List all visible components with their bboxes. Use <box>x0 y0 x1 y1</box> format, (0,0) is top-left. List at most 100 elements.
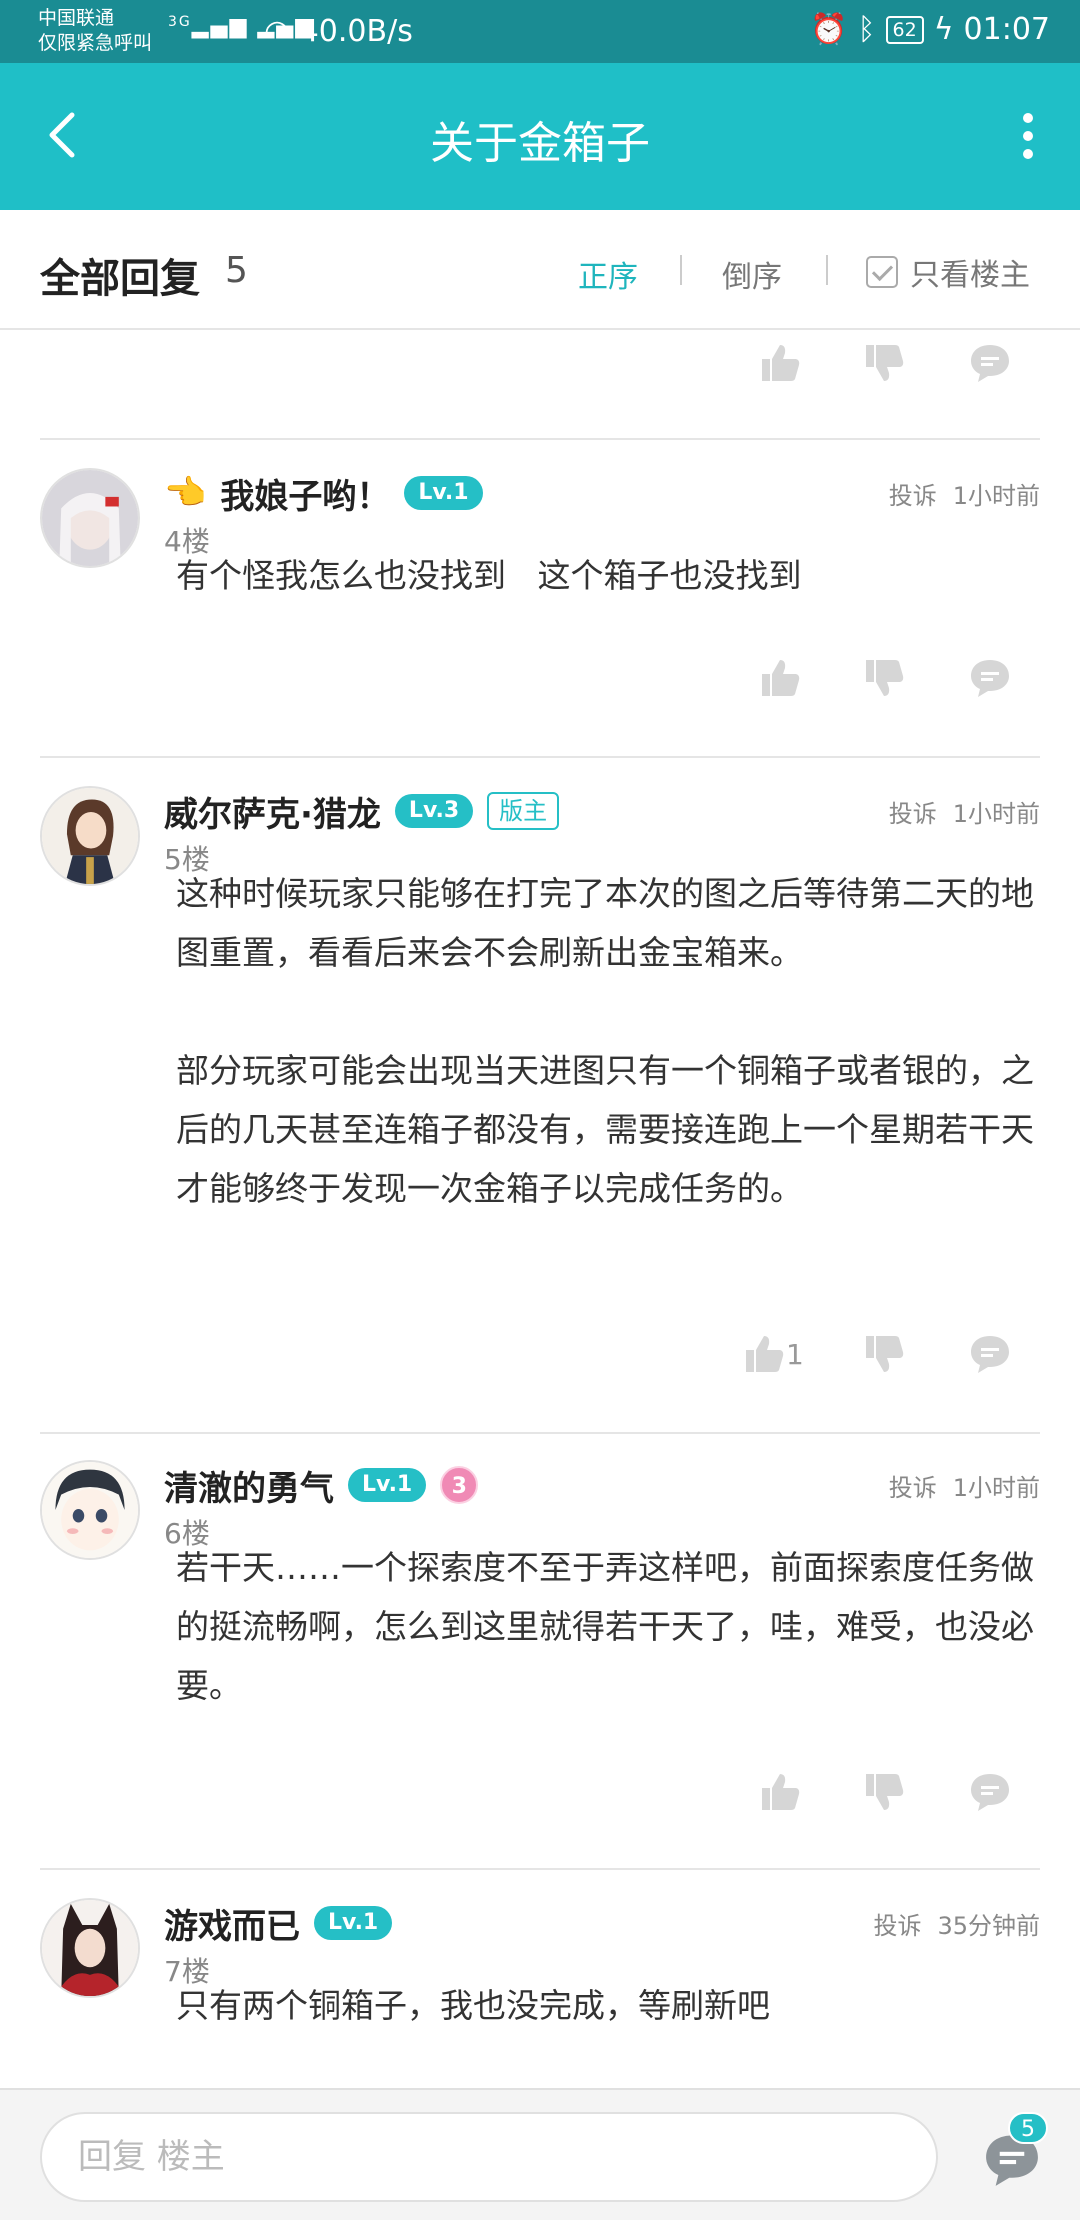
all-replies-label: 全部回复 <box>40 256 200 302</box>
reply-input[interactable]: 回复 楼主 <box>40 2112 938 2202</box>
like-count: 1 <box>786 1338 804 1371</box>
reply-content: 有个怪我怎么也没找到 这个箱子也没找到 <box>176 546 1036 605</box>
network-speed: ◠ 40.0B/s <box>264 14 413 49</box>
status-right: ⏰ ᛒ 62 ϟ 01:07 <box>810 12 1050 47</box>
level-badge: Lv.3 <box>394 794 474 828</box>
dislike-button[interactable] <box>854 1324 914 1384</box>
comment-icon <box>971 660 1009 697</box>
network-speed-value: 40.0B/s <box>299 14 413 49</box>
emergency-only-label: 仅限紧急呼叫 <box>38 32 153 54</box>
moderator-badge: 版主 <box>487 792 560 830</box>
user-info: 游戏而已 Lv.1 <box>164 1898 393 1948</box>
post-actions <box>0 333 1080 393</box>
user-avatar-image <box>42 1900 138 1996</box>
reply-paragraph: 部分玩家可能会出现当天进图只有一个铜箱子或者银的，之后的几天甚至连箱子都没有，需… <box>176 1051 1034 1208</box>
pointing-hand-icon: 👈 <box>164 473 207 513</box>
username[interactable]: 游戏而已 <box>164 1899 300 1948</box>
username[interactable]: 清澈的勇气 <box>164 1461 334 1510</box>
comment-icon <box>971 1336 1009 1373</box>
app-bar: 关于金箱子 <box>0 63 1080 210</box>
reply-count: 5 <box>225 250 248 291</box>
reply-content: 这种时候玩家只能够在打完了本次的图之后等待第二天的地图重置，看看后来会不会刷新出… <box>176 864 1036 1218</box>
report-button[interactable]: 投诉 <box>889 1468 937 1503</box>
wifi-icon: ◠ <box>264 14 300 49</box>
only-host-toggle[interactable]: 只看楼主 <box>866 250 1030 294</box>
reply-bar: 回复 楼主 5 <box>0 2088 1080 2220</box>
like-button[interactable] <box>750 648 810 708</box>
reply-content: 若干天……一个探索度不至于弄这样吧，前面探索度任务做的挺流畅啊，怎么到这里就得若… <box>176 1538 1036 1715</box>
thumbs-up-icon <box>762 1774 800 1810</box>
like-button[interactable] <box>734 1324 794 1384</box>
level-badge: Lv.1 <box>314 1906 393 1940</box>
user-avatar-image <box>42 788 138 884</box>
avatar[interactable] <box>40 1898 140 1998</box>
sort-ascending-tab[interactable]: 正序 <box>578 252 638 296</box>
like-button[interactable] <box>750 333 810 393</box>
thumbs-down-icon <box>866 1774 904 1810</box>
divider <box>680 255 682 285</box>
reply-paragraph: 这种时候玩家只能够在打完了本次的图之后等待第二天的地图重置，看看后来会不会刷新出… <box>176 874 1034 972</box>
page-title: 关于金箱子 <box>430 118 650 169</box>
status-bar: 中国联通 仅限紧急呼叫 3G▂▄▆ ▂▄▆ ◠ 40.0B/s ⏰ ᛒ 62 ϟ… <box>0 0 1080 63</box>
comment-button[interactable] <box>960 1762 1020 1822</box>
post-meta: 投诉 1小时前 <box>889 476 1040 511</box>
like-button[interactable] <box>750 1762 810 1822</box>
thumbs-up-icon <box>762 660 800 696</box>
avatar[interactable] <box>40 1460 140 1560</box>
more-vertical-icon <box>1023 113 1033 159</box>
comment-icon <box>971 1774 1009 1811</box>
username[interactable]: 我娘子哟！ <box>220 469 390 518</box>
report-button[interactable]: 投诉 <box>873 1906 921 1941</box>
comment-button[interactable] <box>960 1324 1020 1384</box>
network-type: 3G <box>168 14 192 30</box>
reply-paragraph: 若干天……一个探索度不至于弄这样吧，前面探索度任务做的挺流畅啊，怎么到这里就得若… <box>176 1548 1034 1705</box>
divider <box>826 255 828 285</box>
dislike-button[interactable] <box>854 333 914 393</box>
checkbox-icon[interactable] <box>866 256 898 288</box>
post-divider <box>40 756 1040 758</box>
avatar[interactable] <box>40 786 140 886</box>
avatar[interactable] <box>40 468 140 568</box>
thumbs-up-icon <box>746 1336 784 1372</box>
only-host-label: 只看楼主 <box>910 258 1030 293</box>
carrier-name: 中国联通 <box>38 7 115 29</box>
carrier-info: 中国联通 仅限紧急呼叫 <box>38 6 152 56</box>
post-divider <box>40 1432 1040 1434</box>
thumbs-up-icon <box>762 345 800 381</box>
comment-count-badge: 5 <box>1008 2112 1048 2144</box>
post-meta: 投诉 1小时前 <box>889 794 1040 829</box>
report-button[interactable]: 投诉 <box>889 476 937 511</box>
thumbs-down-icon <box>866 660 904 696</box>
post-time: 1小时前 <box>952 800 1040 828</box>
post-divider <box>40 438 1040 440</box>
clock: 01:07 <box>963 12 1050 47</box>
comment-button[interactable] <box>960 648 1020 708</box>
post-actions <box>0 648 1080 708</box>
medal-icon: 3 <box>440 1466 479 1504</box>
reply-content: 只有两个铜箱子，我也没完成，等刷新吧 <box>176 1976 1036 2035</box>
dislike-button[interactable] <box>854 648 914 708</box>
reply-filter-bar: 全部回复 5 正序 倒序 只看楼主 <box>0 210 1080 330</box>
comment-icon <box>971 345 1009 382</box>
alarm-icon: ⏰ <box>810 12 848 47</box>
user-info: 威尔萨克·猎龙 Lv.3 版主 <box>164 786 560 836</box>
user-info: 清澈的勇气 Lv.1 3 <box>164 1460 479 1510</box>
reply-paragraph: 只有两个铜箱子，我也没完成，等刷新吧 <box>176 1986 770 2025</box>
comment-button[interactable] <box>960 333 1020 393</box>
report-button[interactable]: 投诉 <box>889 794 937 829</box>
post-time: 1小时前 <box>952 482 1040 510</box>
post-meta: 投诉 1小时前 <box>889 1468 1040 1503</box>
dislike-button[interactable] <box>854 1762 914 1822</box>
level-badge: Lv.1 <box>404 476 483 510</box>
user-info: 👈 我娘子哟！ Lv.1 <box>164 468 483 518</box>
more-button[interactable] <box>1018 111 1038 161</box>
bluetooth-icon: ᛒ <box>857 12 876 47</box>
sort-descending-tab[interactable]: 倒序 <box>722 252 782 296</box>
post-actions: 1 <box>0 1324 1080 1384</box>
user-avatar-image <box>42 1462 138 1558</box>
post-actions <box>0 1762 1080 1822</box>
level-badge: Lv.1 <box>348 1468 427 1502</box>
thumbs-down-icon <box>866 345 904 381</box>
username[interactable]: 威尔萨克·猎龙 <box>164 787 381 836</box>
reply-list[interactable]: 👈 我娘子哟！ Lv.1 投诉 1小时前 4楼 有个怪我怎么也没找到 这个箱子也… <box>0 330 1080 2088</box>
